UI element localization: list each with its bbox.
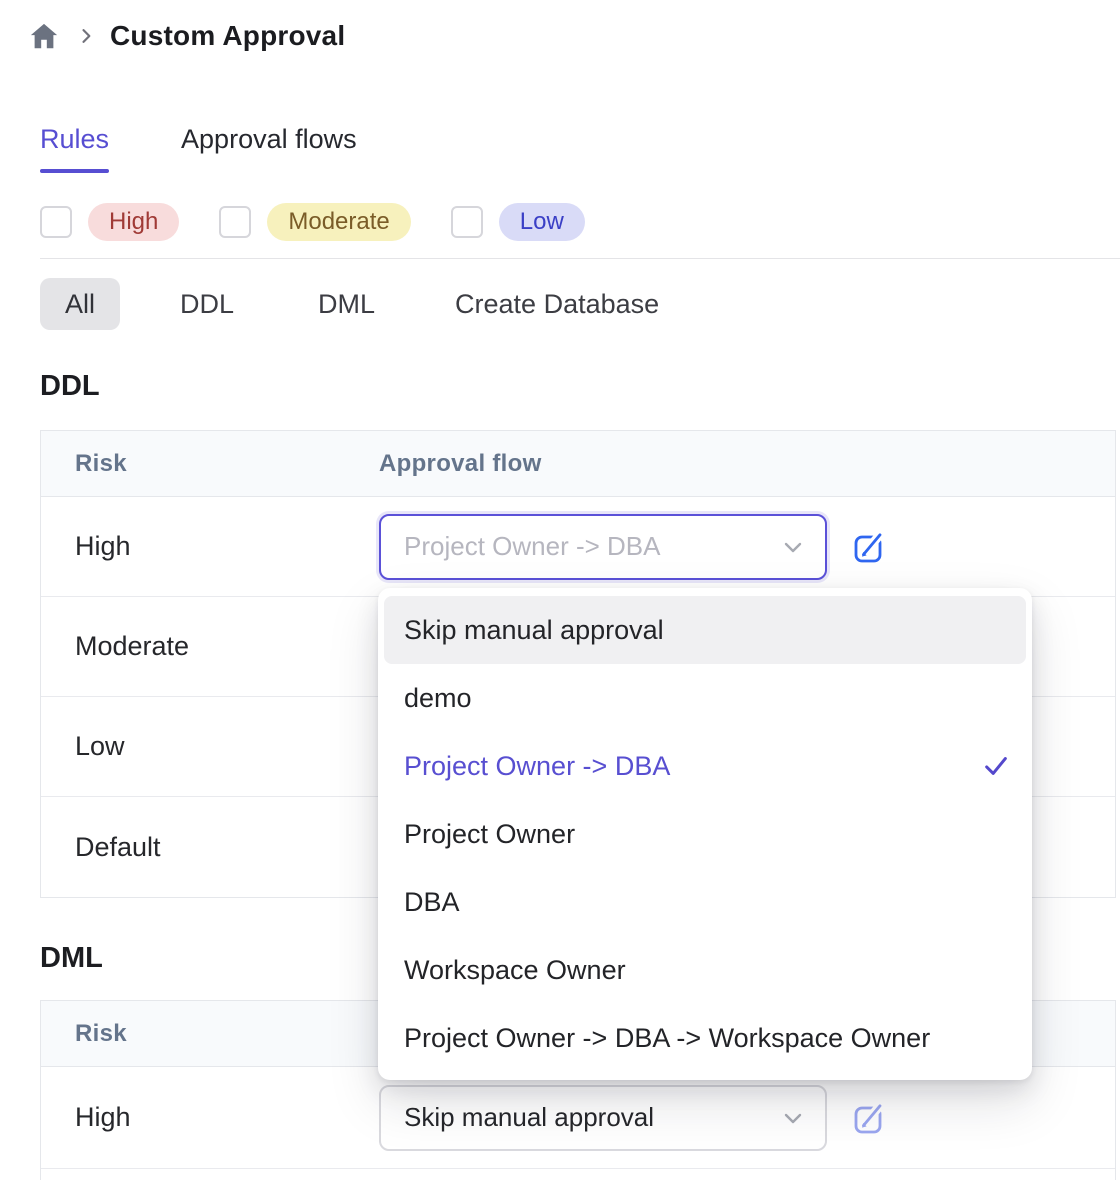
tab-approval-flows[interactable]: Approval flows	[181, 124, 357, 171]
risk-filter-high: High	[40, 203, 179, 241]
edit-flow-button[interactable]	[849, 1097, 891, 1139]
category-filter-row: All DDL DML Create Database	[40, 278, 659, 330]
risk-checkbox-high[interactable]	[40, 206, 72, 238]
dropdown-option-workspace-owner[interactable]: Workspace Owner	[384, 936, 1026, 1004]
ddl-header-risk: Risk	[41, 450, 379, 478]
risk-label: Default	[41, 832, 379, 863]
risk-label: Moderate	[41, 631, 379, 662]
ddl-section-title: DDL	[40, 370, 100, 403]
risk-badge-low: Low	[499, 203, 585, 241]
dropdown-option-project-owner[interactable]: Project Owner	[384, 800, 1026, 868]
category-create-database-button[interactable]: Create Database	[455, 289, 659, 320]
risk-badge-moderate: Moderate	[267, 203, 410, 241]
risk-label: High	[41, 531, 379, 562]
tab-bar: Rules Approval flows	[40, 124, 357, 171]
risk-checkbox-low[interactable]	[451, 206, 483, 238]
chevron-right-icon	[76, 26, 96, 46]
checkmark-icon	[982, 752, 1010, 780]
risk-checkbox-moderate[interactable]	[219, 206, 251, 238]
category-ddl-button[interactable]: DDL	[180, 289, 234, 320]
dml-header-risk: Risk	[41, 1020, 379, 1048]
dml-high-flow-select[interactable]: Skip manual approval	[379, 1085, 827, 1151]
edit-flow-button[interactable]	[849, 526, 891, 568]
risk-filter-low: Low	[451, 203, 585, 241]
page-title: Custom Approval	[110, 20, 345, 52]
dropdown-option-demo[interactable]: demo	[384, 664, 1026, 732]
risk-badge-high: High	[88, 203, 179, 241]
select-value: Skip manual approval	[404, 1102, 779, 1133]
custom-approval-page: Custom Approval Rules Approval flows Hig…	[0, 0, 1120, 1180]
risk-label: Low	[41, 731, 379, 762]
approval-flow-dropdown: Skip manual approval demo Project Owner …	[378, 588, 1032, 1080]
option-label: Project Owner -> DBA	[404, 751, 670, 782]
home-icon[interactable]	[28, 20, 60, 52]
table-row-dml-next	[41, 1169, 1115, 1180]
select-value: Project Owner -> DBA	[404, 531, 779, 562]
dml-section-title: DML	[40, 942, 103, 975]
dropdown-option-skip-manual-approval[interactable]: Skip manual approval	[384, 596, 1026, 664]
tab-rules[interactable]: Rules	[40, 124, 109, 171]
risk-label: High	[41, 1102, 379, 1133]
flow-cell: Project Owner -> DBA	[379, 514, 1115, 580]
risk-filter-moderate: Moderate	[219, 203, 410, 241]
ddl-high-flow-select[interactable]: Project Owner -> DBA	[379, 514, 827, 580]
ddl-table-header: Risk Approval flow	[41, 431, 1115, 497]
section-divider	[40, 258, 1120, 259]
category-all-button[interactable]: All	[40, 278, 120, 330]
ddl-header-approval-flow: Approval flow	[379, 450, 1115, 478]
flow-cell: Skip manual approval	[379, 1085, 1115, 1151]
category-dml-button[interactable]: DML	[318, 289, 375, 320]
table-row-ddl-high: High Project Owner -> DBA	[41, 497, 1115, 597]
breadcrumb: Custom Approval	[28, 20, 345, 52]
risk-filter-row: High Moderate Low	[40, 203, 585, 241]
table-row-dml-high: High Skip manual approval	[41, 1067, 1115, 1169]
dropdown-option-project-owner-dba-workspace-owner[interactable]: Project Owner -> DBA -> Workspace Owner	[384, 1004, 1026, 1072]
chevron-down-icon	[779, 1104, 807, 1132]
dropdown-option-project-owner-dba[interactable]: Project Owner -> DBA	[384, 732, 1026, 800]
dropdown-option-dba[interactable]: DBA	[384, 868, 1026, 936]
chevron-down-icon	[779, 533, 807, 561]
